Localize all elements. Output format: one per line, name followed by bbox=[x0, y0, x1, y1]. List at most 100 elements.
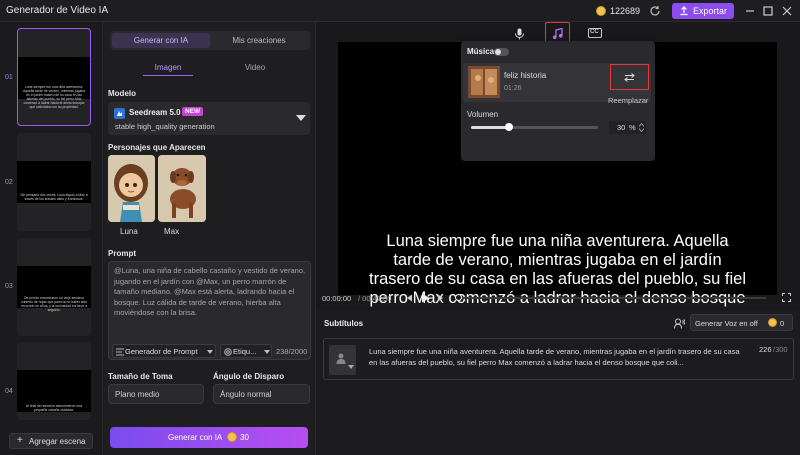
chevron-down-icon bbox=[264, 350, 270, 354]
generate-voice-button[interactable]: Generar Voz en off 0 bbox=[690, 314, 793, 331]
subtab-image[interactable]: Imagen bbox=[143, 62, 193, 76]
scene-caption: Al final del sendero descubrieron una pe… bbox=[26, 404, 82, 412]
angle-field[interactable]: Ángulo normal bbox=[213, 384, 310, 404]
tab-creations-label: Mis creaciones bbox=[232, 36, 286, 45]
subtab-video-label: Video bbox=[244, 63, 266, 72]
tab-generate[interactable]: Generar con IA bbox=[112, 33, 210, 48]
scene-card-4[interactable]: Al final del sendero descubrieron una pe… bbox=[17, 342, 91, 420]
tags-dropdown[interactable]: Etiqu... bbox=[220, 344, 272, 358]
volume-value: 30 bbox=[617, 123, 626, 132]
seedream-logo-icon bbox=[114, 108, 125, 119]
model-selector[interactable]: Seedream 5.0 NEW stable high_quality gen… bbox=[108, 102, 310, 135]
volume-fill bbox=[471, 126, 510, 129]
preview-area: CC Luna siempre fue una niña aventurera.… bbox=[316, 22, 800, 315]
title-bar: Generador de Video IA 122689 Exportar bbox=[0, 0, 800, 22]
add-scene-button[interactable]: + Agregar escena bbox=[9, 433, 93, 449]
mode-tabs: Generar con IA Mis creaciones bbox=[110, 31, 310, 50]
luna-avatar bbox=[108, 155, 155, 222]
music-title: Música bbox=[467, 47, 495, 56]
minimize-icon[interactable] bbox=[745, 6, 755, 16]
chevron-down-icon bbox=[296, 115, 306, 121]
prompt-text[interactable]: @Luna, una niña de cabello castaño y ves… bbox=[114, 266, 306, 319]
prompt-generator-dropdown[interactable]: Generador de Prompt bbox=[112, 344, 216, 358]
character-name-max: Max bbox=[164, 227, 180, 236]
prev-frame-icon[interactable] bbox=[405, 294, 413, 302]
volume-slider[interactable] bbox=[471, 123, 598, 131]
scene-caption: Luna siempre fue una niña aventurera. Aq… bbox=[22, 85, 85, 109]
prompt-label: Prompt bbox=[108, 249, 136, 258]
model-name: Seedream 5.0 bbox=[129, 108, 181, 117]
volume-handle[interactable] bbox=[505, 123, 514, 131]
generate-voice-label: Generar Voz en off bbox=[695, 319, 758, 328]
scene-number: 04 bbox=[5, 388, 13, 395]
scene-caption: Sin pensarlo dos veces, Luna siguió a Ma… bbox=[20, 193, 88, 201]
scene-card-1[interactable]: Luna siempre fue una niña aventurera. Aq… bbox=[17, 28, 91, 126]
generate-label: Generar con IA bbox=[168, 433, 223, 442]
timeline-bar[interactable] bbox=[456, 297, 766, 299]
max-avatar bbox=[158, 155, 206, 222]
play-icon[interactable] bbox=[421, 293, 430, 303]
microphone-icon[interactable] bbox=[514, 28, 525, 40]
toggle-knob bbox=[495, 49, 501, 55]
track-thumbnail bbox=[468, 66, 500, 98]
subtab-video[interactable]: Video bbox=[230, 62, 280, 76]
prompt-icon bbox=[116, 348, 124, 356]
refresh-icon[interactable] bbox=[649, 5, 661, 17]
shot-size-label: Tamaño de Toma bbox=[108, 372, 173, 381]
chevron-down-icon bbox=[348, 365, 354, 369]
track-duration: 01:26 bbox=[504, 85, 522, 92]
stepper-icon bbox=[639, 123, 644, 132]
voice-cost: 0 bbox=[780, 319, 785, 328]
voice-avatar[interactable] bbox=[329, 345, 356, 375]
subtab-image-label: Imagen bbox=[154, 63, 182, 72]
prompt-generator-label: Generador de Prompt bbox=[125, 347, 198, 356]
scene-number: 02 bbox=[5, 179, 13, 186]
volume-input[interactable]: 30 % bbox=[609, 121, 646, 134]
scene-list: 01 Luna siempre fue una niña aventurera.… bbox=[0, 22, 103, 455]
tab-creations[interactable]: Mis creaciones bbox=[210, 33, 308, 48]
scene-card-2[interactable]: Sin pensarlo dos veces, Luna siguió a Ma… bbox=[17, 133, 91, 231]
app-title: Generador de Video IA bbox=[6, 5, 109, 16]
fullscreen-icon[interactable] bbox=[782, 293, 791, 302]
person-icon bbox=[336, 353, 346, 364]
character-name-luna: Luna bbox=[120, 227, 138, 236]
subtitle-item[interactable]: Luna siempre fue una niña aventurera. Aq… bbox=[323, 338, 794, 380]
close-icon[interactable] bbox=[782, 6, 792, 16]
track-name: feliz historia bbox=[504, 71, 547, 80]
character-card-luna[interactable] bbox=[108, 155, 155, 222]
generate-button[interactable]: Generar con IA 30 bbox=[110, 427, 308, 448]
export-button[interactable]: Exportar bbox=[672, 3, 734, 19]
subtitle-text[interactable]: Luna siempre fue una niña aventurera. Aq… bbox=[369, 346, 749, 368]
coin-icon bbox=[768, 318, 777, 327]
music-popover: Música feliz historia 01:26 Reemplazar V… bbox=[461, 41, 655, 161]
export-icon bbox=[680, 6, 688, 16]
angle-label: Ángulo de Disparo bbox=[213, 372, 285, 381]
coin-icon bbox=[596, 6, 606, 16]
maximize-icon[interactable] bbox=[763, 6, 773, 16]
character-card-max[interactable] bbox=[158, 155, 206, 222]
scene-card-3[interactable]: De pronto encontraron un viejo sendero c… bbox=[17, 238, 91, 336]
subtitle-char-max: /300 bbox=[773, 345, 788, 354]
coin-icon bbox=[227, 432, 237, 442]
prompt-box[interactable]: @Luna, una niña de cabello castaño y ves… bbox=[108, 261, 311, 360]
subtitles-panel: Subtítulos Generar Voz en off 0 Luna sie… bbox=[316, 310, 800, 455]
tags-label: Etiqu... bbox=[233, 347, 257, 356]
timeline-handle[interactable] bbox=[455, 294, 462, 301]
replace-label: Reemplazar bbox=[608, 96, 649, 105]
generation-panel: Generar con IA Mis creaciones Imagen Vid… bbox=[103, 22, 316, 455]
total-time: / 00:42:00 bbox=[358, 294, 392, 303]
shot-size-field[interactable]: Plano medio bbox=[108, 384, 204, 404]
subtitles-title: Subtítulos bbox=[324, 319, 364, 328]
replace-button[interactable] bbox=[610, 64, 649, 90]
generate-cost: 30 bbox=[240, 433, 249, 442]
model-description: stable high_quality generation bbox=[115, 122, 215, 131]
next-frame-icon[interactable] bbox=[437, 294, 445, 302]
current-time: 00:00:00 bbox=[322, 294, 352, 303]
export-label: Exportar bbox=[693, 6, 728, 16]
music-toggle[interactable] bbox=[494, 48, 509, 56]
voice-settings-icon[interactable] bbox=[674, 318, 685, 329]
tab-generate-label: Generar con IA bbox=[133, 36, 189, 45]
volume-label: Volumen bbox=[467, 110, 499, 119]
swap-icon bbox=[624, 73, 635, 82]
captions-icon[interactable]: CC bbox=[588, 28, 602, 38]
